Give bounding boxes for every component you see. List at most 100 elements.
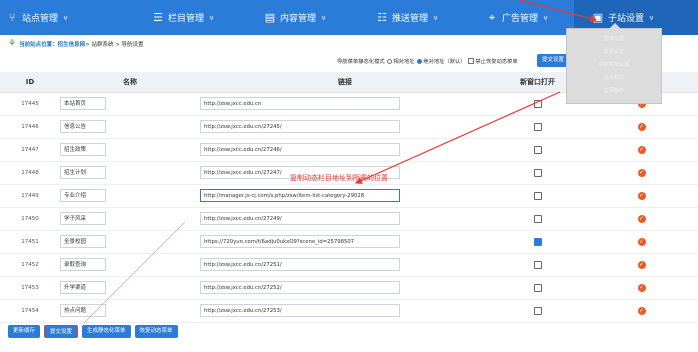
disable-restore-label: 禁止恢复动态菜单	[475, 59, 518, 65]
check-icon[interactable]: ✓	[637, 191, 646, 200]
chevron-down-icon: ∨	[209, 13, 215, 22]
table-row: 17451 全景校园 https://720yun.com/t/6adju0ukxO…	[0, 230, 698, 254]
row-id: 17449	[0, 184, 60, 208]
submit-settings-top-button[interactable]: 提交设置	[537, 54, 570, 67]
col-id: ID	[0, 72, 60, 93]
relative-address-radio[interactable]	[387, 59, 393, 64]
dropdown-item[interactable]: 首页标签	[567, 72, 661, 85]
name-input[interactable]: 录取查询	[60, 258, 106, 271]
breadcrumb-current[interactable]: 当前站点位置：招生信息网	[19, 40, 85, 48]
row-id: 17446	[0, 115, 60, 139]
name-input[interactable]: 招生计划	[60, 166, 106, 179]
row-id: 17453	[0, 276, 60, 300]
menu-icon: ☰	[153, 10, 163, 24]
dropdown-item[interactable]: 基本设置	[567, 33, 661, 46]
chevron-down-icon: ∨	[321, 13, 327, 22]
nav-label: 内容管理	[280, 14, 317, 24]
name-input[interactable]: 招生政策	[60, 143, 106, 156]
nav-menu-table: ID 名称 链接 新窗口打开 17445 本站首页 http://zsw.jxcc.…	[0, 72, 698, 323]
check-icon[interactable]: ✓	[637, 122, 646, 131]
nav-column-management[interactable]: ☰ 栏目管理 ∨	[110, 0, 226, 35]
link-input[interactable]: http://zsw.jxcc.edu.cn/27251/	[200, 258, 400, 271]
link-input[interactable]: http://manager.js-cj.com/s.php/zsw/item-…	[200, 189, 400, 202]
submit-settings-button[interactable]: 提交设置	[44, 325, 79, 338]
nav-push-management[interactable]: ☷ 推送管理 ∨	[342, 0, 458, 35]
chevron-down-icon: ∨	[649, 13, 655, 22]
name-input[interactable]: 热点问题	[60, 304, 106, 317]
new-window-checkbox[interactable]	[533, 145, 542, 154]
link-input[interactable]: http://zsw.jxcc.edu.cn/27253/	[200, 304, 400, 317]
col-name: 名称	[60, 72, 200, 93]
content-icon: ▤	[264, 10, 276, 24]
new-window-checkbox[interactable]	[533, 283, 542, 292]
nav-site-management[interactable]: ⑂ 站点管理 ∨	[0, 0, 110, 35]
row-id: 17450	[0, 207, 60, 231]
dropdown-item[interactable]: 首页设置	[567, 46, 661, 59]
dropdown-caret	[609, 23, 621, 29]
row-id: 17448	[0, 161, 60, 185]
name-input[interactable]: 本站首页	[60, 97, 106, 110]
check-icon[interactable]: ✓	[637, 260, 646, 269]
static-mode-label: 导航菜单静态化模式	[337, 59, 385, 65]
new-window-checkbox[interactable]	[533, 260, 542, 269]
link-input[interactable]: http://zsw.jxcc.edu.cn	[200, 97, 400, 110]
nav-ad-management[interactable]: ⌖ 广告管理 ∨	[458, 0, 574, 35]
new-window-checkbox[interactable]	[533, 191, 542, 200]
restore-dynamic-menu-button[interactable]: 恢复动态菜单	[134, 325, 178, 338]
nav-content-management[interactable]: ▤ 内容管理 ∨	[226, 0, 342, 35]
nav-label: 推送管理	[392, 14, 429, 24]
nav-label: 站点管理	[22, 14, 59, 24]
name-input[interactable]: 信息公告	[60, 120, 106, 133]
name-input[interactable]: 专业介绍	[60, 189, 106, 202]
generate-static-menu-button[interactable]: 生成静态化菜单	[82, 325, 131, 338]
dropdown-item[interactable]: 首页静态	[567, 85, 661, 98]
check-icon[interactable]: ✓	[637, 283, 646, 292]
link-input[interactable]: https://720yun.com/t/6adju0ukxO9?scene_i…	[200, 235, 400, 248]
absolute-address-label: 绝对地址（默认）	[423, 59, 466, 65]
row-id: 17452	[0, 253, 60, 277]
check-icon[interactable]: ✓	[637, 237, 646, 246]
check-icon[interactable]: ✓	[637, 168, 646, 177]
link-input[interactable]: http://zsw.jxcc.edu.cn/27252/	[200, 281, 400, 294]
col-link: 链接	[200, 72, 490, 93]
static-mode-options: 导航菜单静态化模式 相对地址 绝对地址（默认） 禁止恢复动态菜单	[337, 57, 518, 65]
table-row: 17450 学子风采 http://zsw.jxcc.edu.cn/27249/ ✓	[0, 207, 698, 231]
bottom-action-bar: 更新缓存 提交设置 生成静态化菜单 恢复动态菜单	[8, 325, 178, 338]
new-window-checkbox[interactable]	[533, 214, 542, 223]
row-id: 17445	[0, 92, 60, 116]
instruction-annotation: 复制动态栏目地址到所需的位置	[290, 174, 388, 182]
new-window-checkbox[interactable]	[533, 306, 542, 315]
table-row: 17446 信息公告 http://zsw.jxcc.edu.cn/27245/ ✓	[0, 115, 698, 139]
ad-icon: ⌖	[488, 10, 496, 24]
disable-restore-checkbox[interactable]	[468, 58, 475, 64]
absolute-address-radio[interactable]	[417, 59, 423, 64]
check-icon[interactable]: ✓	[637, 214, 646, 223]
link-input[interactable]: http://zsw.jxcc.edu.cn/27245/	[200, 120, 400, 133]
chevron-down-icon: ∨	[433, 13, 439, 22]
row-id: 17454	[0, 299, 60, 323]
update-cache-button[interactable]: 更新缓存	[8, 325, 41, 338]
leaf-icon: ⚘	[8, 39, 17, 49]
relative-address-label: 相对地址	[393, 59, 415, 65]
check-icon[interactable]: ✓	[637, 306, 646, 315]
name-input[interactable]: 升学渠道	[60, 281, 106, 294]
new-window-checkbox[interactable]	[533, 99, 542, 108]
nav-label: 栏目管理	[168, 14, 205, 24]
push-icon: ☷	[377, 10, 387, 24]
sitemap-icon: ⑂	[8, 10, 16, 24]
table-row: 17453 升学渠道 http://zsw.jxcc.edu.cn/27252/ ✓	[0, 276, 698, 300]
new-window-checkbox[interactable]	[533, 237, 542, 246]
chevron-down-icon: ∨	[543, 13, 549, 22]
dropdown-item[interactable]: 导航菜单设置	[567, 59, 661, 72]
link-input[interactable]: http://zsw.jxcc.edu.cn/27246/	[200, 143, 400, 156]
subsite-settings-dropdown: 基本设置 首页设置 导航菜单设置 首页标签 首页静态	[566, 23, 662, 104]
row-id: 17447	[0, 138, 60, 162]
name-input[interactable]: 学子风采	[60, 212, 106, 225]
link-input[interactable]: http://zsw.jxcc.edu.cn/27249/	[200, 212, 400, 225]
table-body: 17445本站首页http://zsw.jxcc.edu.cn✓17446信息公…	[0, 92, 698, 323]
new-window-checkbox[interactable]	[533, 168, 542, 177]
check-icon[interactable]: ✓	[637, 145, 646, 154]
name-input[interactable]: 全景校园	[60, 235, 106, 248]
dropdown-list: 基本设置 首页设置 导航菜单设置 首页标签 首页静态	[567, 33, 661, 98]
new-window-checkbox[interactable]	[533, 122, 542, 131]
